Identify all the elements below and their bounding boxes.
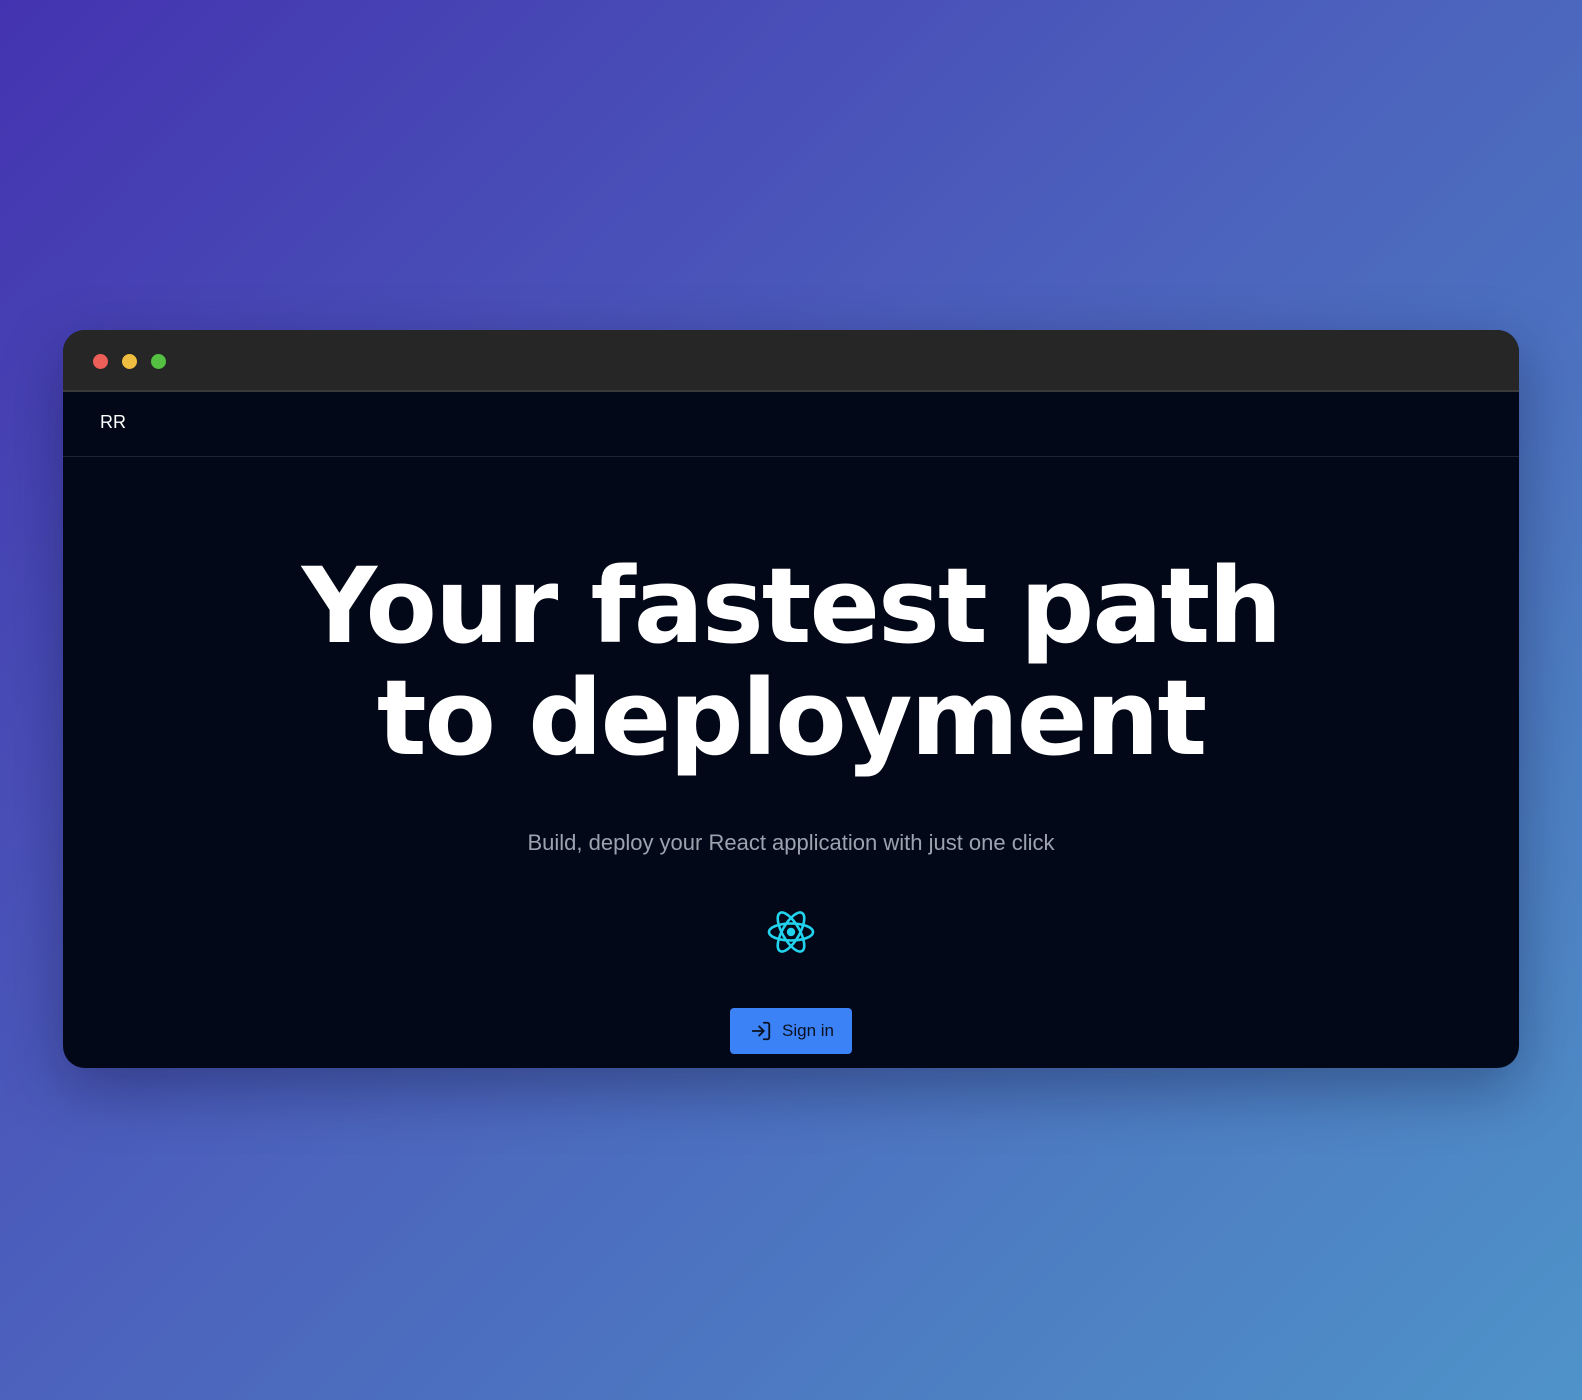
maximize-window-button[interactable] [151,354,166,369]
minimize-window-button[interactable] [122,354,137,369]
react-logo-icon [765,906,817,958]
brand-logo[interactable]: RR [100,412,126,433]
hero-subtitle: Build, deploy your React application wit… [527,830,1055,855]
navbar: RR [63,392,1519,457]
sign-in-label: Sign in [782,1021,834,1040]
close-window-button[interactable] [93,354,108,369]
hero-section: Your fastest path to deployment Build, d… [63,458,1519,1054]
sign-in-button[interactable]: Sign in [730,1008,852,1054]
hero-headline: Your fastest path to deployment [301,545,1283,779]
window-titlebar [63,330,1519,392]
browser-window: RR Your fastest path to deployment Build… [63,330,1519,1068]
sign-in-icon [750,1020,772,1042]
